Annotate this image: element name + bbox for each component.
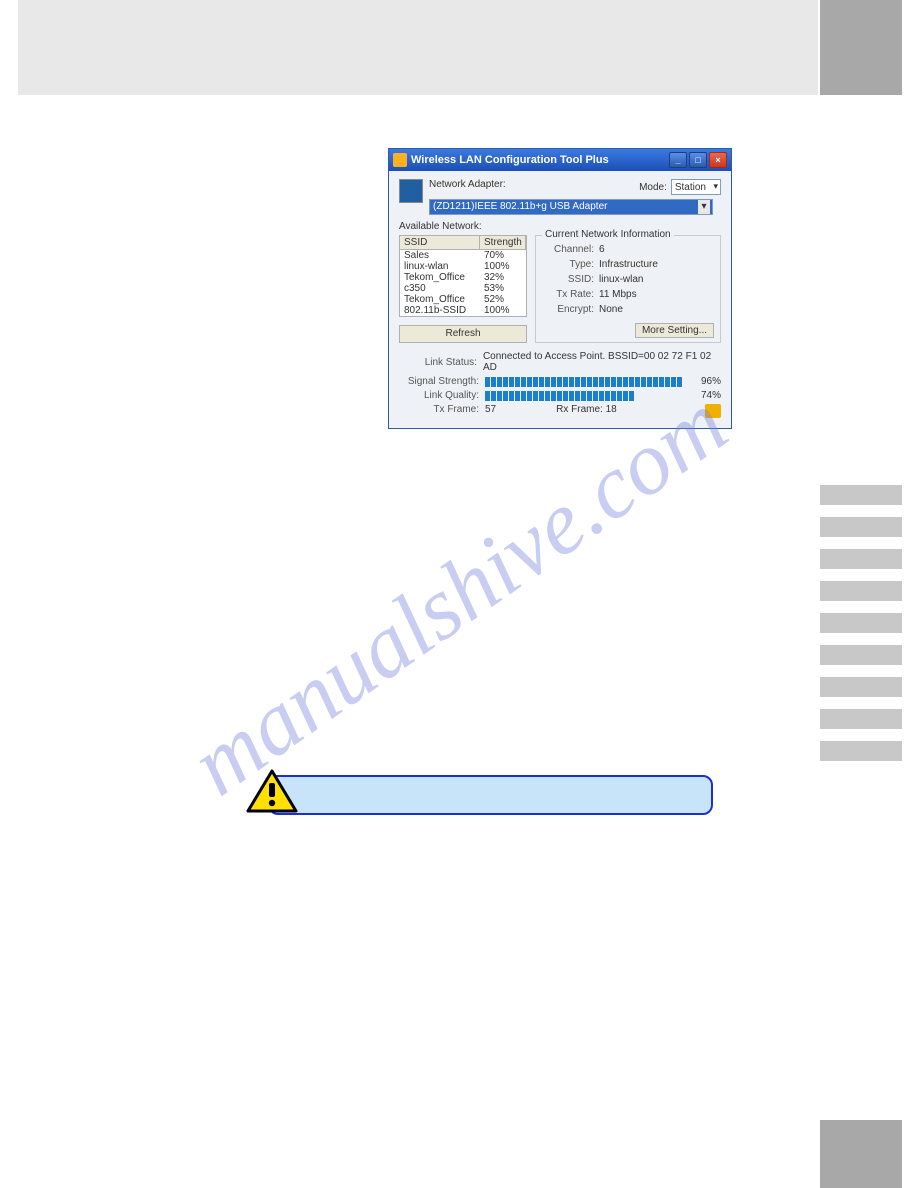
table-row[interactable]: 802.11b-SSID100%: [400, 305, 526, 316]
channel-value: 6: [599, 244, 605, 255]
column-strength[interactable]: Strength: [480, 236, 526, 249]
type-label: Type:: [544, 259, 594, 270]
channel-label: Channel:: [544, 244, 594, 255]
mode-select[interactable]: Station: [671, 179, 721, 195]
refresh-button[interactable]: Refresh: [399, 325, 527, 343]
window-title: Wireless LAN Configuration Tool Plus: [411, 154, 609, 166]
txrate-label: Tx Rate:: [544, 289, 594, 300]
signal-strength-bar: [485, 377, 687, 387]
column-ssid[interactable]: SSID: [400, 236, 480, 249]
network-table[interactable]: SSID Strength Sales70% linux-wlan100% Te…: [399, 235, 527, 317]
tx-frame-value: 57: [485, 404, 496, 418]
watermark-text: manualshive.com: [173, 372, 746, 816]
titlebar[interactable]: Wireless LAN Configuration Tool Plus _ □…: [389, 149, 731, 171]
table-row[interactable]: Tekom_Office32%: [400, 272, 526, 283]
status-icon: [705, 404, 721, 418]
more-settings-button[interactable]: More Setting...: [635, 323, 714, 338]
type-value: Infrastructure: [599, 259, 658, 270]
link-quality-label: Link Quality:: [399, 390, 479, 401]
adapter-select[interactable]: (ZD1211)IEEE 802.11b+g USB Adapter: [429, 199, 713, 215]
link-quality-pct: 74%: [687, 390, 721, 401]
adapter-label: Network Adapter:: [429, 179, 506, 195]
wlan-config-dialog: Wireless LAN Configuration Tool Plus _ □…: [388, 148, 732, 429]
minimize-button[interactable]: _: [669, 152, 687, 168]
header-light-band: [18, 0, 818, 95]
adapter-icon: [399, 179, 423, 203]
close-button[interactable]: ×: [709, 152, 727, 168]
header-dark-band: [820, 0, 902, 95]
tx-frame-label: Tx Frame:: [399, 404, 479, 418]
alert-box: [268, 775, 713, 815]
table-row[interactable]: linux-wlan100%: [400, 261, 526, 272]
network-info-panel: Current Network Information Channel:6 Ty…: [535, 235, 721, 343]
link-status-value: Connected to Access Point. BSSID=00 02 7…: [483, 351, 721, 373]
encrypt-value: None: [599, 304, 623, 315]
maximize-button[interactable]: □: [689, 152, 707, 168]
footer-dark-band: [820, 1120, 902, 1188]
link-status-label: Link Status:: [399, 357, 477, 368]
table-row[interactable]: Sales70%: [400, 250, 526, 261]
app-icon: [393, 153, 407, 167]
info-title: Current Network Information: [542, 229, 674, 240]
mode-label: Mode:: [639, 182, 667, 193]
table-row[interactable]: c35053%: [400, 283, 526, 294]
signal-strength-pct: 96%: [687, 376, 721, 387]
table-row[interactable]: Tekom_Office52%: [400, 294, 526, 305]
signal-strength-label: Signal Strength:: [399, 376, 479, 387]
link-quality-bar: [485, 391, 687, 401]
rx-frame-label: Rx Frame:: [556, 404, 603, 415]
side-stripes: [820, 485, 902, 773]
encrypt-label: Encrypt:: [544, 304, 594, 315]
warning-icon: [246, 769, 298, 815]
txrate-value: 11 Mbps: [599, 289, 637, 300]
ssid-label: SSID:: [544, 274, 594, 285]
rx-frame-value: 18: [606, 404, 617, 415]
ssid-value: linux-wlan: [599, 274, 643, 285]
